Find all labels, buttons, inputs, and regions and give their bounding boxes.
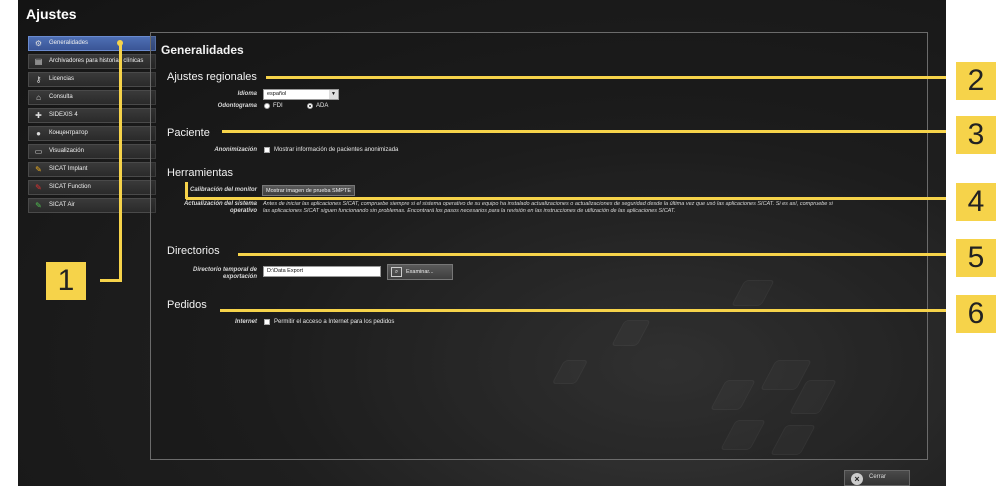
callout-1-dot <box>117 40 123 46</box>
anonymization-checkbox-label: Mostrar información de pacientes anonimi… <box>274 147 399 153</box>
section-heading-directories: Directorios <box>167 245 220 257</box>
callout-4-line <box>185 182 188 199</box>
callout-badge-4: 4 <box>956 183 996 221</box>
sidebar-item-label: Концентратор <box>49 130 88 136</box>
sidebar-item-label: SICAT Air <box>49 202 75 208</box>
function-icon: ✎ <box>35 183 42 192</box>
callout-6-line <box>220 309 946 312</box>
callout-badge-6: 6 <box>956 295 996 333</box>
browse-button-label: Examinar... <box>406 269 434 275</box>
sidebar-item-licencias[interactable]: ⚷ Licencias <box>28 72 156 87</box>
settings-sidebar: ⚙ Generalidades ▤ Archivadores para hist… <box>28 36 156 216</box>
language-label: Idioma <box>237 91 257 97</box>
export-directory-label: Directorio temporal de exportación <box>192 267 257 280</box>
archive-icon: ▤ <box>34 57 43 66</box>
callout-3-line <box>222 130 946 133</box>
odontogram-fdi-radio[interactable] <box>264 103 270 109</box>
anonymization-checkbox[interactable] <box>264 147 270 153</box>
internet-label: Internet <box>234 319 257 325</box>
language-value: español <box>267 91 287 97</box>
callout-badge-3: 3 <box>956 116 996 154</box>
close-button-label: Cerrar <box>869 474 887 480</box>
close-icon: × <box>851 473 863 485</box>
callout-badge-1: 1 <box>46 262 86 300</box>
odontogram-label: Odontograma <box>217 103 257 109</box>
callout-badge-2: 2 <box>956 62 996 100</box>
gears-icon: ⚙ <box>34 39 43 48</box>
sidebar-item-label: SICAT Implant <box>49 166 88 172</box>
odontogram-ada-label: ADA <box>316 103 329 109</box>
monitor-calibration-label: Calibración del monitor <box>189 187 257 193</box>
browse-button[interactable]: ⌕ Examinar... <box>387 264 453 280</box>
section-heading-tools: Herramientas <box>167 167 234 179</box>
sidebar-item-sicat-implant[interactable]: ✎ SICAT Implant <box>28 162 156 177</box>
internet-access-checkbox-label: Permitir el acceso a Internet para los p… <box>274 319 395 325</box>
os-update-label: Actualización del sistema operativo <box>183 201 257 214</box>
sidebar-item-label: Consulta <box>49 94 73 100</box>
hub-icon: ● <box>36 129 41 138</box>
callout-4-line <box>186 197 946 200</box>
section-heading-regional: Ajustes regionales <box>167 71 257 83</box>
section-heading-orders: Pedidos <box>167 299 207 311</box>
settings-window: Ajustes ⚙ Generalidades ▤ Archivadores p… <box>18 0 946 486</box>
monitor-icon: ▭ <box>34 147 43 156</box>
callout-1-line <box>100 279 122 282</box>
smpte-test-image-button[interactable]: Mostrar imagen de prueba SMPTE <box>262 185 355 196</box>
window-title: Ajustes <box>26 6 77 22</box>
air-icon: ✎ <box>35 201 42 210</box>
house-icon: ⌂ <box>36 93 41 102</box>
sidebar-item-label: Archivadores para historias clínicas <box>49 58 144 64</box>
key-icon: ⚷ <box>35 75 42 84</box>
sidebar-item-sidexis[interactable]: ✚ SIDEXIS 4 <box>28 108 156 123</box>
sidebar-item-label: Visualización <box>49 148 84 154</box>
sidebar-item-label: SIDEXIS 4 <box>49 112 78 118</box>
implant-icon: ✎ <box>35 165 42 174</box>
page-title: Generalidades <box>161 43 244 57</box>
sidexis-icon: ✚ <box>35 111 42 120</box>
folder-search-icon: ⌕ <box>391 267 402 277</box>
sidebar-item-hub[interactable]: ● Концентратор <box>28 126 156 141</box>
sidebar-item-archivadores[interactable]: ▤ Archivadores para historias clínicas <box>28 54 156 69</box>
sidebar-item-consulta[interactable]: ⌂ Consulta <box>28 90 156 105</box>
os-update-note: Antes de iniciar las aplicaciones SICAT,… <box>263 201 833 214</box>
language-select[interactable]: español ▼ <box>263 89 339 100</box>
callout-badge-5: 5 <box>956 239 996 277</box>
odontogram-ada-radio[interactable] <box>307 103 313 109</box>
sidebar-item-label: Licencias <box>49 76 75 82</box>
internet-access-checkbox[interactable] <box>264 319 270 325</box>
sidebar-item-label: Generalidades <box>49 40 89 46</box>
chevron-down-icon: ▼ <box>329 90 338 99</box>
sidebar-item-sicat-air[interactable]: ✎ SICAT Air <box>28 198 156 213</box>
callout-2-line <box>266 76 946 79</box>
section-heading-patient: Paciente <box>167 127 210 139</box>
export-directory-input[interactable]: D:\Data Export <box>263 266 381 277</box>
anonymization-label: Anonimización <box>214 147 257 153</box>
sidebar-item-visualizacion[interactable]: ▭ Visualización <box>28 144 156 159</box>
odontogram-fdi-label: FDI <box>273 103 283 109</box>
callout-1-line <box>119 42 122 280</box>
sidebar-item-label: SICAT Function <box>49 184 91 190</box>
callout-5-line <box>238 253 946 256</box>
close-button[interactable]: × Cerrar <box>844 470 910 486</box>
sidebar-item-sicat-function[interactable]: ✎ SICAT Function <box>28 180 156 195</box>
sidebar-item-generalidades[interactable]: ⚙ Generalidades <box>28 36 156 51</box>
settings-panel: Generalidades Ajustes regionales Idioma … <box>150 32 928 460</box>
